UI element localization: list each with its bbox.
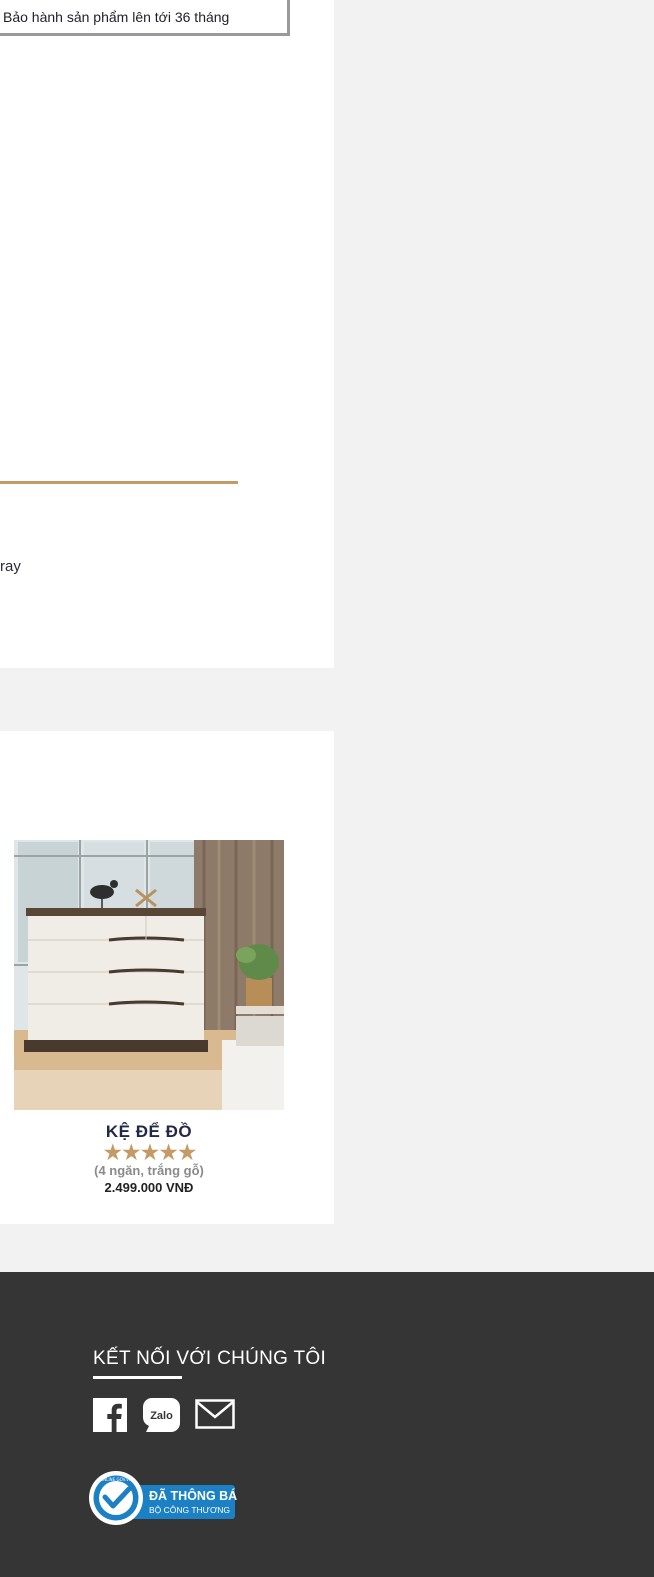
facebook-icon [93, 1398, 127, 1432]
divider-line [0, 481, 238, 484]
zalo-label: Zalo [150, 1410, 173, 1422]
warranty-text: Bảo hành sản phẩm lên tới 36 tháng [3, 9, 230, 25]
site-footer: KẾT NỐI VỚI CHÚNG TÔI Zalo ONLINE.GOV.VN… [0, 1272, 654, 1577]
heading-underline [93, 1376, 182, 1379]
zalo-link[interactable]: Zalo [143, 1398, 180, 1437]
svg-text:ONLINE.GOV.VN: ONLINE.GOV.VN [100, 1477, 132, 1482]
facebook-link[interactable] [93, 1398, 127, 1437]
rating-stars: ★★★★★ [102, 1139, 197, 1165]
badge-subtitle: BỘ CÔNG THƯƠNG [149, 1505, 230, 1515]
email-link[interactable] [195, 1398, 235, 1435]
zalo-icon: Zalo [143, 1398, 180, 1432]
mail-icon [195, 1399, 235, 1429]
product-variant: (4 ngăn, trắng gỗ) [94, 1163, 204, 1178]
detail-text: ray [0, 558, 21, 575]
product-image[interactable] [14, 840, 284, 1110]
product-info-panel: Bảo hành sản phẩm lên tới 36 tháng ray [0, 0, 334, 668]
product-price: 2.499.000 VNĐ [104, 1180, 194, 1195]
connect-heading: KẾT NỐI VỚI CHÚNG TÔI [93, 1348, 327, 1369]
warranty-box: Bảo hành sản phẩm lên tới 36 tháng [0, 0, 290, 36]
ministry-registration-badge[interactable]: ONLINE.GOV.VN ĐÃ THÔNG BÁO BỘ CÔNG THƯƠN… [89, 1469, 247, 1532]
dresser-photo [14, 840, 284, 1110]
badge-title: ĐÃ THÔNG BÁO [149, 1488, 237, 1503]
verified-badge-icon: ONLINE.GOV.VN ĐÃ THÔNG BÁO BỘ CÔNG THƯƠN… [89, 1471, 247, 1525]
